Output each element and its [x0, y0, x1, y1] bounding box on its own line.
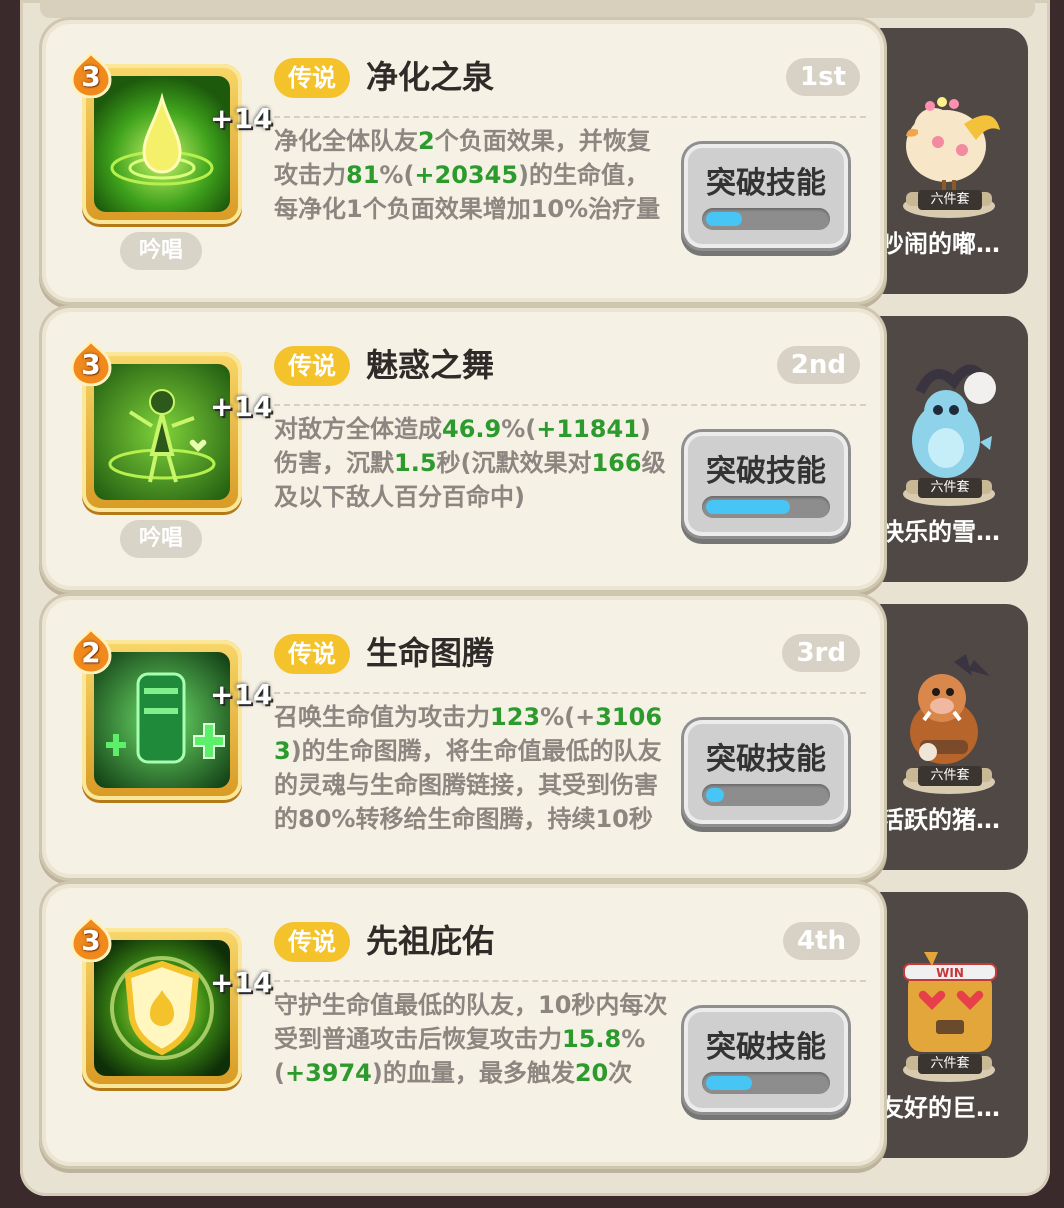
totem-icon [94, 652, 230, 788]
skill-name: 魅惑之舞 [366, 346, 495, 384]
description-text: )的血量，最多触发 [371, 1059, 575, 1087]
stat-value: 81 [346, 161, 380, 189]
skill-level: 3 [81, 60, 101, 93]
skill-description: 对敌方全体造成46.9%(+11841)伤害，沉默1.5秒(沉默效果对166级及… [274, 412, 672, 514]
rank-badge: 3rd [782, 634, 860, 672]
skill-card-2: +14 3 吟唱 传说 魅惑之舞 2nd 对敌方全体造成46.9%(+11841… [46, 312, 880, 586]
rarity-tag: 传说 [274, 58, 350, 98]
description-text: %(+ [540, 703, 596, 731]
set-badge: 六件套 [918, 766, 982, 786]
skill-name: 先祖庇佑 [366, 922, 495, 960]
divider [274, 116, 866, 118]
description-text: 对敌方全体造成 [274, 415, 442, 443]
rarity-tag: 传说 [274, 634, 350, 674]
stat-value: 166 [591, 449, 642, 477]
break-skill-button[interactable]: 突破技能 [684, 720, 848, 824]
stat-value: 2 [418, 127, 435, 155]
break-progress-fill [706, 788, 724, 802]
pet-slot[interactable]: WIN 六件套 友好的巨… [870, 892, 1028, 1158]
skill-description: 净化全体队友2个负面效果，并恢复攻击力81%(+20345)的生命值，每净化1个… [274, 124, 672, 226]
pet-slot[interactable]: 六件套 快乐的雪… [870, 316, 1028, 582]
set-badge: 六件套 [918, 190, 982, 210]
description-text: %( [379, 161, 415, 189]
break-skill-button[interactable]: 突破技能 [684, 1008, 848, 1112]
dancer-icon [94, 364, 230, 500]
skill-name: 生命图腾 [366, 634, 495, 672]
break-skill-label: 突破技能 [706, 166, 826, 201]
water-drop-icon [94, 76, 230, 212]
stat-value: 123 [490, 703, 541, 731]
rank-badge: 1st [786, 58, 860, 96]
pet-name: 吵闹的嘟… [880, 230, 1000, 258]
skill-level: 3 [81, 924, 101, 957]
rarity-tag: 传说 [274, 346, 350, 386]
divider [274, 980, 866, 982]
description-text: 召唤生命值为攻击力 [274, 703, 490, 731]
skill-level-badge: 3 [70, 52, 112, 98]
pet-name: 友好的巨… [880, 1094, 1000, 1122]
skill-level: 2 [81, 636, 101, 669]
divider [274, 692, 866, 694]
pet-slot[interactable]: 六件套 活跃的猪… [870, 604, 1028, 870]
stat-value: 46.9 [442, 415, 502, 443]
panel-top-strip [40, 0, 1035, 18]
description-text: )的生命图腾，将生命值最低的队友的灵魂与生命图腾链接，其受到伤害的80%转移给生… [274, 737, 662, 833]
break-skill-button[interactable]: 突破技能 [684, 144, 848, 248]
level-bonus: +14 [210, 678, 273, 711]
set-badge: 六件套 [918, 478, 982, 498]
pet-name: 活跃的猪… [880, 806, 1000, 834]
break-progress-bar [702, 784, 830, 806]
break-progress-fill [706, 1076, 752, 1090]
rank-badge: 4th [782, 922, 860, 960]
skill-level: 3 [81, 348, 101, 381]
skill-level-badge: 3 [70, 340, 112, 386]
skill-card-4: +14 3 传说 先祖庇佑 4th 守护生命值最低的队友，10秒内每次受到普通攻… [46, 888, 880, 1162]
skill-name: 净化之泉 [366, 58, 495, 96]
rarity-tag: 传说 [274, 922, 350, 962]
skill-card-3: +14 2 传说 生命图腾 3rd 召唤生命值为攻击力123%(+31063)的… [46, 600, 880, 874]
break-skill-label: 突破技能 [706, 454, 826, 489]
stat-value: 1.5 [394, 449, 437, 477]
break-progress-bar [702, 1072, 830, 1094]
svg-text:WIN: WIN [936, 966, 964, 980]
break-skill-label: 突破技能 [706, 1030, 826, 1065]
skill-level-badge: 3 [70, 916, 112, 962]
break-progress-fill [706, 212, 742, 226]
chant-tag: 吟唱 [120, 520, 202, 558]
stat-value: +11841 [536, 415, 640, 443]
pet-slot[interactable]: 六件套 吵闹的嘟… [870, 28, 1028, 294]
set-badge: 六件套 [918, 1054, 982, 1074]
break-skill-label: 突破技能 [706, 742, 826, 777]
chant-tag: 吟唱 [120, 232, 202, 270]
break-progress-fill [706, 500, 790, 514]
rank-badge: 2nd [776, 346, 860, 384]
description-text: %( [501, 415, 537, 443]
description-text: 秒(沉默效果对 [436, 449, 592, 477]
divider [274, 404, 866, 406]
stat-value: +3974 [284, 1059, 372, 1087]
break-progress-bar [702, 208, 830, 230]
description-text: 次 [608, 1059, 633, 1087]
level-bonus: +14 [210, 390, 273, 423]
level-bonus: +14 [210, 966, 273, 999]
skill-description: 召唤生命值为攻击力123%(+31063)的生命图腾，将生命值最低的队友的灵魂与… [274, 700, 672, 836]
stat-value: +20345 [414, 161, 519, 189]
level-bonus: +14 [210, 102, 273, 135]
shield-icon [94, 940, 230, 1076]
stat-value: 20 [574, 1059, 609, 1087]
stat-value: 15.8 [562, 1025, 622, 1053]
break-skill-button[interactable]: 突破技能 [684, 432, 848, 536]
skill-card-1: +14 3 吟唱 传说 净化之泉 1st 净化全体队友2个负面效果，并恢复攻击力… [46, 24, 880, 298]
break-progress-bar [702, 496, 830, 518]
pet-name: 快乐的雪… [880, 518, 1000, 546]
skill-description: 守护生命值最低的队友，10秒内每次受到普通攻击后恢复攻击力15.8%(+3974… [274, 988, 672, 1090]
description-text: 净化全体队友 [274, 127, 418, 155]
skill-level-badge: 2 [70, 628, 112, 674]
